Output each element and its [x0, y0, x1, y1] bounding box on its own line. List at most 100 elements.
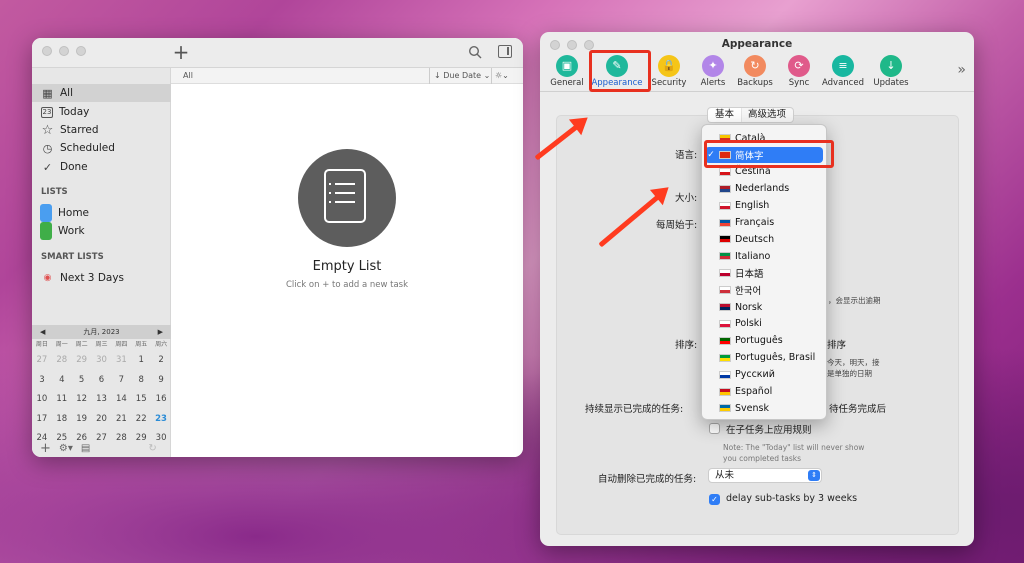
calendar-day[interactable]: 22 [131, 410, 151, 430]
flag-icon [719, 370, 731, 379]
list-title: All [183, 71, 193, 80]
language-option[interactable]: 한국어 [705, 282, 823, 298]
delay-subtasks-checkbox[interactable]: ✓ [709, 494, 720, 505]
language-option[interactable]: Norsk [705, 299, 823, 315]
language-label: 日本語 [735, 269, 764, 281]
calendar-day[interactable]: 10 [32, 390, 52, 410]
calendar-day[interactable]: 14 [111, 390, 131, 410]
calendar-day[interactable]: 13 [92, 390, 112, 410]
smart-list-next-3-days[interactable]: ◉ Next 3 Days [32, 269, 171, 287]
more-chevron-icon[interactable]: » [957, 62, 966, 78]
list-label: Work [58, 225, 85, 237]
weekday-label: 周六 [155, 341, 168, 348]
language-option[interactable]: English [705, 198, 823, 214]
search-icon[interactable] [468, 45, 484, 61]
language-label: English [735, 200, 770, 212]
calendar-day[interactable]: 7 [111, 371, 131, 391]
calendar-day[interactable]: 17 [32, 410, 52, 430]
security-icon: 🔒 [658, 55, 680, 77]
mini-calendar: ◀ 九月, 2023 ▶ 周日 周一 周二 周三 周四 周五 周六 27 28 29 30 31 1 2 3 4 5… [32, 325, 171, 449]
sidebar-item-done[interactable]: ✓ Done [32, 158, 171, 176]
language-label: Nederlands [735, 183, 790, 195]
calendar-day[interactable]: 18 [52, 410, 72, 430]
view-options-icon[interactable]: ☼⌄ [491, 68, 509, 84]
window-controls[interactable] [42, 46, 86, 56]
list-item-work[interactable]: Work [32, 222, 171, 240]
flag-icon [719, 201, 731, 210]
list-item-home[interactable]: Home [32, 204, 171, 222]
language-option[interactable]: Svensk [705, 400, 823, 416]
calendar-day[interactable]: 1 [131, 351, 151, 371]
calendar-day[interactable]: 2 [151, 351, 171, 371]
flag-icon [719, 336, 731, 345]
empty-subtitle: Click on + to add a new task [285, 280, 409, 290]
flag-icon [719, 167, 731, 176]
calendar-day[interactable]: 29 [72, 351, 92, 371]
calendar-day[interactable]: 6 [92, 371, 112, 391]
gear-icon[interactable]: ⚙▾ [59, 443, 73, 454]
flag-icon [719, 218, 731, 227]
language-option[interactable]: Español [705, 384, 823, 400]
toolbar-label: Updates [873, 78, 909, 88]
language-label: Français [735, 217, 775, 228]
calendar-day[interactable]: 30 [92, 351, 112, 371]
toolbar-updates-button[interactable]: ↓ Updates [864, 55, 918, 88]
toolbar-general-button[interactable]: ▣ General [540, 55, 594, 88]
add-list-icon[interactable]: + [40, 441, 51, 456]
language-option[interactable]: Nederlands [705, 181, 823, 197]
calendar-day[interactable]: 31 [111, 351, 131, 371]
language-option[interactable]: Русский [705, 367, 823, 383]
sidebar: ▦ All 23 Today ☆ Starred ◷ Scheduled ✓ Done L… [32, 68, 171, 457]
toolbar-advanced-button[interactable]: ≡ Advanced [816, 55, 870, 88]
sidebar-item-starred[interactable]: ☆ Starred [32, 121, 171, 139]
zoom-button[interactable] [76, 46, 86, 56]
apply-subtasks-checkbox[interactable] [709, 423, 720, 434]
sync-icon[interactable]: ↻ [148, 443, 156, 454]
calendar-day[interactable]: 8 [131, 371, 151, 391]
sidebar-item-scheduled[interactable]: ◷ Scheduled [32, 139, 171, 157]
language-label: 语言: [675, 150, 698, 161]
delay-subtasks-label: delay sub-tasks by 3 weeks [726, 493, 858, 504]
calendar-day[interactable]: 23 [151, 410, 171, 430]
task-list-area: All ↓ Due Date ⌄ ☼⌄ Empty List Click on … [171, 68, 523, 457]
calendar-day[interactable]: 11 [52, 390, 72, 410]
next-month-icon[interactable]: ▶ [158, 328, 163, 336]
general-icon: ▣ [556, 55, 578, 77]
auto-delete-label: 自动删除已完成的任务: [598, 474, 697, 485]
calendar-day[interactable]: 19 [72, 410, 92, 430]
weekday-label: 周三 [95, 341, 108, 348]
calendar-day[interactable]: 5 [72, 371, 92, 391]
language-label: Português [735, 335, 783, 347]
sidebar-item-all[interactable]: ▦ All [32, 84, 171, 102]
language-option[interactable]: Deutsch [705, 231, 823, 247]
language-option[interactable]: Português [705, 333, 823, 349]
calendar-day[interactable]: 20 [92, 410, 112, 430]
language-option[interactable]: 日本語 [705, 265, 823, 281]
calendar-toggle-icon[interactable]: ▤ [81, 443, 90, 454]
language-option[interactable]: Italiano [705, 248, 823, 264]
language-option[interactable]: Polski [705, 316, 823, 332]
calendar-day[interactable]: 28 [52, 351, 72, 371]
tab-basic[interactable]: 基本 [708, 108, 742, 122]
calendar-day[interactable]: 12 [72, 390, 92, 410]
add-task-button[interactable]: + [171, 40, 191, 64]
calendar-day[interactable]: 21 [111, 410, 131, 430]
calendar-day[interactable]: 3 [32, 371, 52, 391]
calendar-day[interactable]: 15 [131, 390, 151, 410]
sort-dropdown[interactable]: ↓ Due Date ⌄ [429, 68, 490, 84]
sidebar-toggle-icon[interactable] [498, 45, 512, 58]
tab-advanced[interactable]: 高级选项 [741, 108, 793, 122]
calendar-day[interactable]: 4 [52, 371, 72, 391]
language-option[interactable]: Português, Brasil [705, 350, 823, 366]
close-button[interactable] [42, 46, 52, 56]
prev-month-icon[interactable]: ◀ [40, 328, 45, 336]
auto-delete-select[interactable]: 从未 ⇕ [708, 468, 822, 483]
sidebar-item-today[interactable]: 23 Today [32, 103, 171, 121]
calendar-day[interactable]: 9 [151, 371, 171, 391]
minimize-button[interactable] [59, 46, 69, 56]
language-label: Português, Brasil [735, 352, 816, 364]
language-option[interactable]: Français [705, 215, 823, 231]
calendar-day[interactable]: 27 [32, 351, 52, 371]
calendar-day[interactable]: 16 [151, 390, 171, 410]
flag-icon [719, 303, 731, 311]
